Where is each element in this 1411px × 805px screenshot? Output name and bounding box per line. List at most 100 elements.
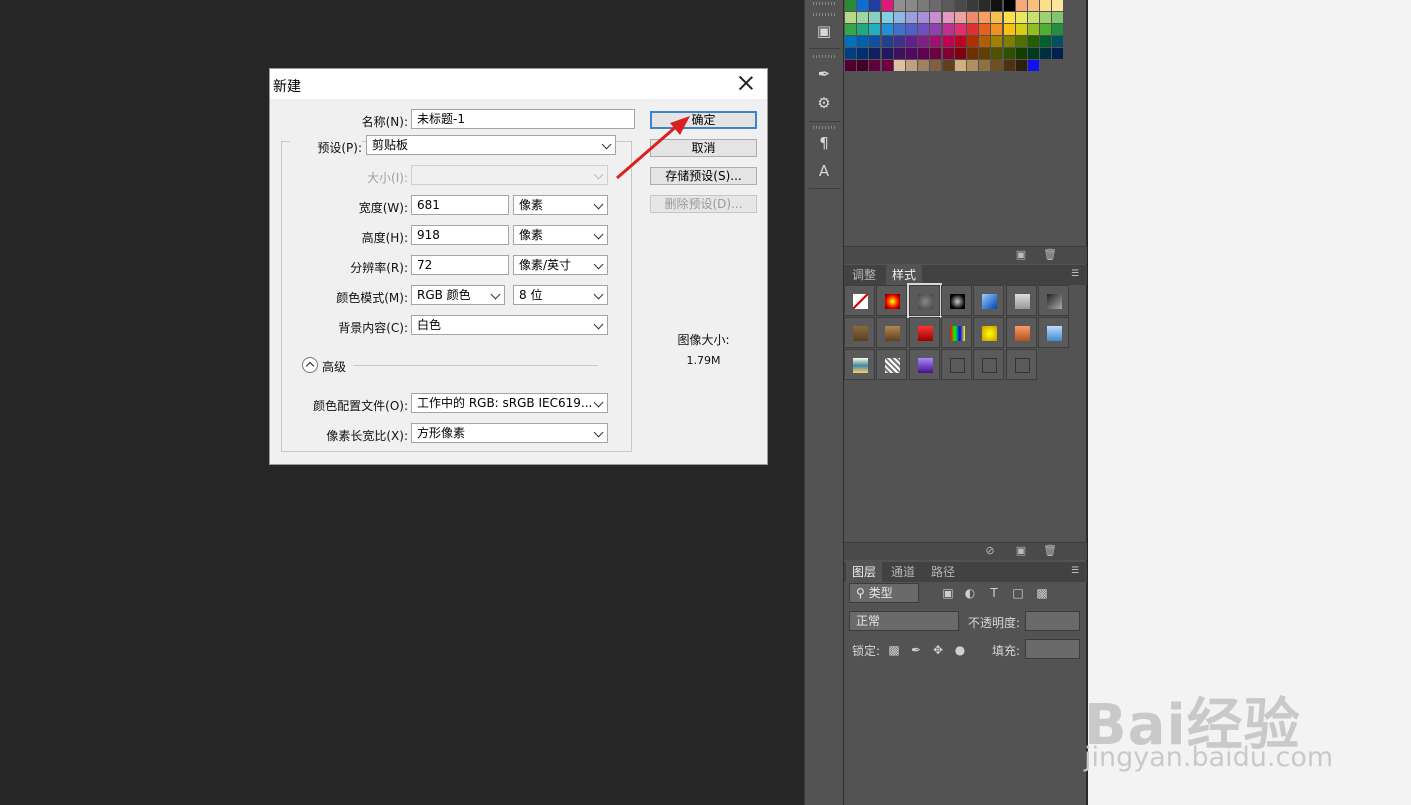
color-swatch[interactable] <box>906 60 917 71</box>
color-swatch[interactable] <box>1015 48 1027 59</box>
advanced-toggle-icon[interactable] <box>302 357 318 373</box>
paragraph-styles-icon[interactable]: ¶ <box>811 132 837 154</box>
color-swatch[interactable] <box>857 36 869 47</box>
color-swatch[interactable] <box>991 60 1003 71</box>
color-swatch[interactable] <box>1028 12 1039 23</box>
color-swatch[interactable] <box>869 36 881 47</box>
trash-icon[interactable]: 🗑 <box>1043 249 1057 261</box>
color-swatch[interactable] <box>1052 24 1064 35</box>
close-icon[interactable] <box>737 74 755 92</box>
color-swatch[interactable] <box>1015 24 1027 35</box>
color-swatch[interactable] <box>906 48 917 59</box>
layer-filter-select[interactable]: ⚲ 类型 <box>849 583 919 603</box>
grip-handle[interactable] <box>813 13 835 16</box>
color-swatch[interactable] <box>930 48 942 59</box>
color-swatch[interactable] <box>954 0 966 11</box>
color-swatch[interactable] <box>881 36 893 47</box>
color-swatch[interactable] <box>979 24 991 35</box>
adjustment-filter-icon[interactable]: ◐ <box>963 586 977 600</box>
color-swatch[interactable] <box>930 0 942 11</box>
color-swatch[interactable] <box>893 12 905 23</box>
color-swatch[interactable] <box>1040 48 1052 59</box>
style-thumbnail[interactable] <box>908 317 940 348</box>
opacity-input[interactable] <box>1025 611 1080 631</box>
new-style-icon[interactable]: ▣ <box>1015 545 1027 557</box>
style-thumbnail[interactable] <box>973 317 1005 348</box>
color-swatch[interactable] <box>845 0 856 11</box>
color-swatch[interactable] <box>869 48 881 59</box>
color-swatch[interactable] <box>881 12 893 23</box>
tab-styles[interactable]: 样式 <box>886 265 923 285</box>
color-swatch[interactable] <box>1052 48 1064 59</box>
lock-all-icon[interactable]: ● <box>953 643 967 657</box>
color-swatch[interactable] <box>1003 48 1015 59</box>
panel-menu-icon[interactable]: ☰ <box>1071 269 1081 279</box>
color-swatch[interactable] <box>1015 0 1027 11</box>
color-swatch[interactable] <box>991 0 1003 11</box>
bit-depth-select[interactable]: 8 位 <box>513 285 608 305</box>
character-styles-icon[interactable]: A <box>811 160 837 182</box>
lock-paint-icon[interactable]: ✒ <box>909 643 923 657</box>
trash-icon[interactable]: 🗑 <box>1043 545 1057 557</box>
color-swatch[interactable] <box>979 12 991 23</box>
color-swatch[interactable] <box>967 12 978 23</box>
color-swatch[interactable] <box>1028 0 1039 11</box>
preset-select[interactable]: 剪贴板 <box>366 135 616 155</box>
style-thumbnail[interactable] <box>908 349 940 380</box>
color-swatch[interactable] <box>1003 12 1015 23</box>
color-swatch[interactable] <box>881 24 893 35</box>
color-swatch[interactable] <box>1028 60 1039 71</box>
image-filter-icon[interactable]: ▣ <box>941 586 955 600</box>
color-swatch[interactable] <box>857 12 869 23</box>
3d-icon[interactable]: ▣ <box>811 20 837 42</box>
color-swatch[interactable] <box>881 0 893 11</box>
color-swatch[interactable] <box>942 48 954 59</box>
tab-paths[interactable]: 路径 <box>925 562 961 582</box>
tab-adjustments[interactable]: 调整 <box>846 265 882 285</box>
grip-handle[interactable] <box>813 55 835 58</box>
color-swatch[interactable] <box>967 36 978 47</box>
profile-select[interactable]: 工作中的 RGB: sRGB IEC619... <box>411 393 608 413</box>
color-swatch[interactable] <box>845 60 856 71</box>
color-swatch[interactable] <box>1015 12 1027 23</box>
color-swatch[interactable] <box>942 60 954 71</box>
color-swatch[interactable] <box>967 60 978 71</box>
blend-mode-select[interactable]: 正常 <box>849 611 959 631</box>
style-thumbnail[interactable] <box>940 349 972 380</box>
color-swatch[interactable] <box>918 0 930 11</box>
height-unit-select[interactable]: 像素 <box>513 225 608 245</box>
color-swatch[interactable] <box>1003 60 1015 71</box>
color-swatch[interactable] <box>1028 24 1039 35</box>
color-swatch[interactable] <box>869 60 881 71</box>
tab-channels[interactable]: 通道 <box>885 562 921 582</box>
color-swatch[interactable] <box>954 60 966 71</box>
color-swatch[interactable] <box>918 60 930 71</box>
color-mode-select[interactable]: RGB 颜色 <box>411 285 505 305</box>
color-swatch[interactable] <box>954 48 966 59</box>
color-swatch[interactable] <box>918 36 930 47</box>
color-swatch[interactable] <box>906 24 917 35</box>
color-swatch[interactable] <box>1040 24 1052 35</box>
color-swatch[interactable] <box>979 36 991 47</box>
color-swatch[interactable] <box>991 48 1003 59</box>
style-thumbnail[interactable] <box>1005 285 1037 316</box>
color-swatch[interactable] <box>1015 60 1027 71</box>
tab-layers[interactable]: 图层 <box>846 562 883 582</box>
color-swatch[interactable] <box>954 24 966 35</box>
color-swatch[interactable] <box>954 36 966 47</box>
aspect-select[interactable]: 方形像素 <box>411 423 608 443</box>
tool-presets-icon[interactable]: ⚙ <box>811 92 837 114</box>
color-swatch[interactable] <box>906 12 917 23</box>
lock-position-icon[interactable]: ✥ <box>931 643 945 657</box>
color-swatch[interactable] <box>942 12 954 23</box>
color-swatch[interactable] <box>1052 36 1064 47</box>
resolution-unit-select[interactable]: 像素/英寸 <box>513 255 608 275</box>
color-swatch[interactable] <box>857 60 869 71</box>
color-swatch[interactable] <box>881 48 893 59</box>
style-thumbnail[interactable] <box>844 349 875 380</box>
color-swatch[interactable] <box>869 24 881 35</box>
style-thumbnail[interactable] <box>844 317 875 348</box>
color-swatch[interactable] <box>942 0 954 11</box>
panel-menu-icon[interactable]: ☰ <box>1071 566 1081 576</box>
color-swatch[interactable] <box>893 36 905 47</box>
